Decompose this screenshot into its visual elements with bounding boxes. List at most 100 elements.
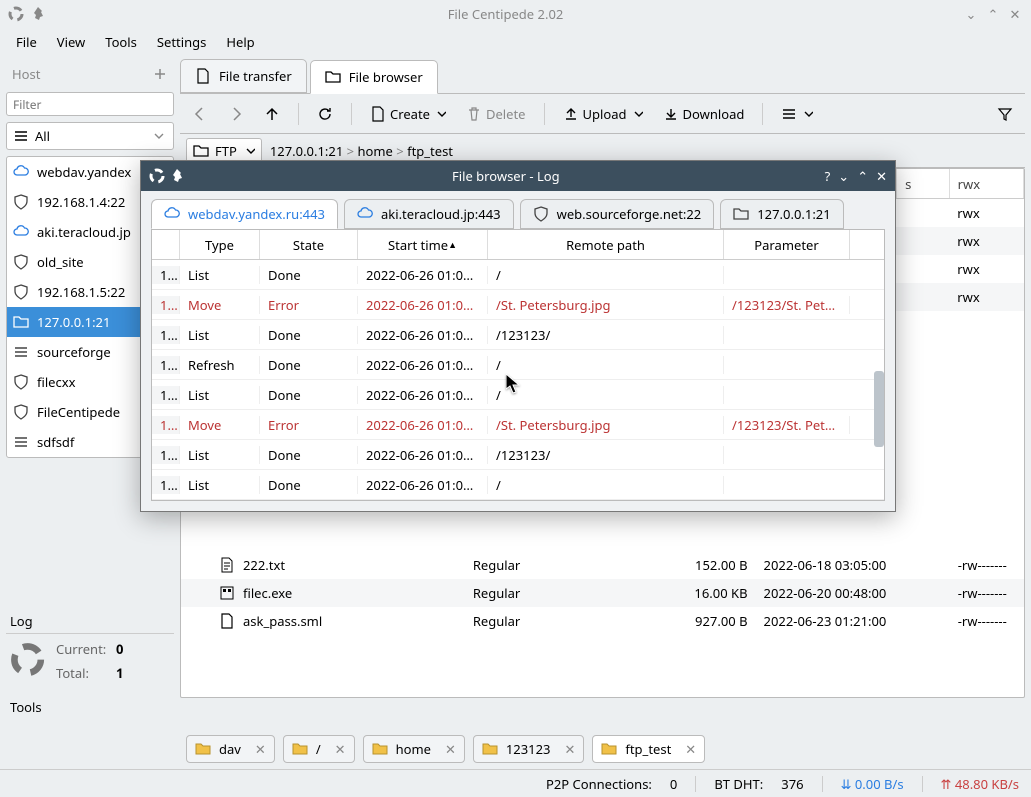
menu-tools[interactable]: Tools bbox=[97, 31, 145, 53]
dialog-col[interactable]: Remote path bbox=[488, 230, 724, 259]
close-icon[interactable]: ✕ bbox=[445, 740, 456, 758]
dialog-tab[interactable]: 127.0.0.1:21 bbox=[720, 199, 843, 229]
dialog-col[interactable]: Type bbox=[180, 230, 260, 259]
file-row[interactable]: filec.exe Regular 16.00 KB 2022-06-20 00… bbox=[181, 579, 1024, 607]
bottom-tab[interactable]: 123123✕ bbox=[473, 735, 585, 763]
nav-up-button[interactable] bbox=[258, 102, 286, 126]
log-time: 2022-06-26 01:05:24 bbox=[358, 476, 488, 494]
menubar: FileViewToolsSettingsHelp bbox=[0, 28, 1031, 56]
log-path: / bbox=[488, 476, 724, 494]
bottom-tab[interactable]: home ✕ bbox=[363, 735, 465, 763]
cloud-icon bbox=[13, 164, 29, 180]
menu-file[interactable]: File bbox=[8, 31, 45, 53]
file-icon bbox=[195, 68, 211, 84]
view-menu-button[interactable] bbox=[775, 102, 819, 126]
filter-input[interactable] bbox=[6, 92, 174, 116]
close-icon[interactable]: ✕ bbox=[564, 740, 575, 758]
pin-icon[interactable] bbox=[32, 6, 48, 22]
menu-settings[interactable]: Settings bbox=[149, 31, 214, 53]
menu-help[interactable]: Help bbox=[218, 31, 262, 53]
close-icon[interactable]: ✕ bbox=[685, 740, 696, 758]
log-row[interactable]: 19 List Done 2022-06-26 01:05:50 / bbox=[152, 260, 884, 290]
delete-label: Delete bbox=[486, 105, 526, 123]
dialog-titlebar[interactable]: File browser - Log ? ⌄ ⌃ ✕ bbox=[141, 161, 895, 191]
log-row[interactable]: 12 List Done 2022-06-26 01:05:24 / bbox=[152, 470, 884, 500]
shield-icon bbox=[13, 254, 29, 270]
scrollbar-thumb[interactable] bbox=[874, 371, 884, 447]
download-button[interactable]: Download bbox=[657, 101, 751, 127]
window-title: File Centipede 2.02 bbox=[48, 5, 963, 23]
dialog-col[interactable]: State bbox=[260, 230, 358, 259]
bottom-tab[interactable]: ftp_test ✕ bbox=[592, 735, 705, 763]
create-button[interactable]: Create bbox=[364, 101, 452, 127]
bottom-tab[interactable]: /✕ bbox=[283, 735, 355, 763]
log-label: Log bbox=[10, 612, 33, 630]
dialog-col[interactable]: Parameter bbox=[724, 230, 850, 259]
dialog-help[interactable]: ? bbox=[825, 167, 831, 185]
log-row[interactable]: 17 List Done 2022-06-26 01:05:40 /123123… bbox=[152, 320, 884, 350]
folder-icon bbox=[292, 741, 308, 757]
log-path: /St. Petersburg.jpg bbox=[488, 416, 724, 434]
host-label: 127.0.0.1:21 bbox=[37, 313, 110, 331]
breadcrumb-part[interactable]: home bbox=[358, 142, 393, 160]
dialog-col[interactable] bbox=[152, 230, 180, 259]
log-time: 2022-06-26 01:05:40 bbox=[358, 326, 488, 344]
log-row[interactable]: 16 Refresh Done 2022-06-26 01:05:35 / bbox=[152, 350, 884, 380]
file-col[interactable]: rwx bbox=[950, 169, 1024, 198]
bottom-tab-label: home bbox=[396, 740, 431, 758]
window-maximize[interactable]: ⌃ bbox=[985, 5, 1001, 23]
tab-label: File browser bbox=[349, 68, 423, 86]
log-row[interactable]: 14 Move Error 2022-06-26 01:05:31 /St. P… bbox=[152, 410, 884, 440]
upload-button[interactable]: Upload bbox=[557, 101, 649, 127]
file-row[interactable]: 222.txt Regular 152.00 B 2022-06-18 03:0… bbox=[181, 551, 1024, 579]
window-close[interactable]: ✕ bbox=[1007, 5, 1023, 23]
file-perm: -rw------- bbox=[950, 556, 1024, 574]
pin-icon[interactable] bbox=[171, 168, 187, 184]
dialog-tab[interactable]: webdav.yandex.ru:443 bbox=[151, 199, 338, 229]
window-minimize[interactable]: ⌄ bbox=[963, 5, 979, 23]
host-label: 192.168.1.5:22 bbox=[37, 283, 125, 301]
nav-forward-button[interactable] bbox=[222, 102, 250, 126]
close-icon[interactable]: ✕ bbox=[255, 740, 266, 758]
dialog-col[interactable]: Start time ▲ bbox=[358, 230, 488, 259]
breadcrumb-part[interactable]: ftp_test bbox=[407, 142, 453, 160]
log-state: Done bbox=[260, 386, 358, 404]
file-size: 927.00 B bbox=[636, 612, 756, 630]
file-size: 16.00 KB bbox=[636, 584, 756, 602]
shield-icon bbox=[13, 194, 29, 210]
tab-file-browser[interactable]: File browser bbox=[310, 60, 438, 94]
log-section-header[interactable]: Log bbox=[6, 608, 174, 634]
dialog-close[interactable]: ✕ bbox=[876, 167, 887, 185]
refresh-button[interactable] bbox=[311, 102, 339, 126]
file-perm: -rw------- bbox=[950, 612, 1024, 630]
log-row[interactable]: 13 List Done 2022-06-26 01:05:30 /123123… bbox=[152, 440, 884, 470]
log-idx: 19 bbox=[152, 266, 180, 284]
file-col[interactable]: s bbox=[897, 169, 950, 198]
log-row[interactable]: 18 Move Error 2022-06-26 01:05:41 /St. P… bbox=[152, 290, 884, 320]
log-param: /123123/St. Peters… bbox=[724, 296, 850, 314]
all-selector[interactable]: All bbox=[6, 122, 174, 150]
filter-button[interactable] bbox=[991, 102, 1019, 126]
tools-section-header[interactable]: Tools bbox=[6, 694, 174, 720]
log-state: Done bbox=[260, 326, 358, 344]
tab-file-transfer[interactable]: File transfer bbox=[180, 59, 307, 93]
bottom-tab[interactable]: dav✕ bbox=[186, 735, 275, 763]
log-row[interactable]: 15 List Done 2022-06-26 01:05:35 / bbox=[152, 380, 884, 410]
dialog-tab[interactable]: aki.teracloud.jp:443 bbox=[344, 199, 514, 229]
bottom-tab-label: / bbox=[316, 740, 321, 758]
menu-view[interactable]: View bbox=[49, 31, 93, 53]
nav-back-button[interactable] bbox=[186, 102, 214, 126]
bottom-tab-label: ftp_test bbox=[625, 740, 671, 758]
delete-button[interactable]: Delete bbox=[460, 101, 532, 127]
dialog-rows: 19 List Done 2022-06-26 01:05:50 / 18 Mo… bbox=[152, 260, 884, 500]
upload-speed: ⇈ 48.80 KB/s bbox=[941, 775, 1019, 793]
add-host-icon[interactable] bbox=[152, 66, 168, 82]
log-idx: 16 bbox=[152, 356, 180, 374]
dialog-maximize[interactable]: ⌃ bbox=[857, 167, 868, 185]
close-icon[interactable]: ✕ bbox=[335, 740, 346, 758]
file-row[interactable]: ask_pass.sml Regular 927.00 B 2022-06-23… bbox=[181, 607, 1024, 635]
dialog-tab[interactable]: web.sourceforge.net:22 bbox=[520, 199, 715, 229]
dialog-minimize[interactable]: ⌄ bbox=[838, 167, 849, 185]
log-type: List bbox=[180, 266, 260, 284]
breadcrumb-part[interactable]: 127.0.0.1:21 bbox=[270, 142, 343, 160]
